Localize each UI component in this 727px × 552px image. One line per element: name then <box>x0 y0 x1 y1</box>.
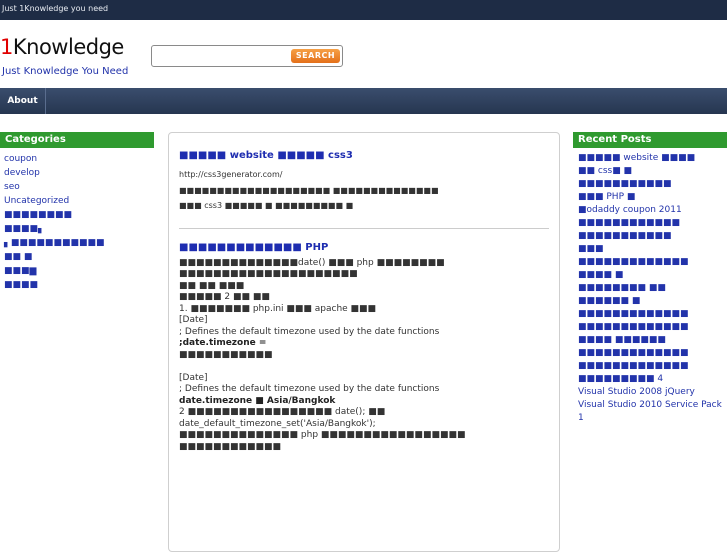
site-header: 1Knowledge Just Knowledge You Need SEARC… <box>0 20 727 88</box>
recent-post-link[interactable]: ■■■■ ■ <box>578 269 727 282</box>
site-logo[interactable]: 1Knowledge <box>0 35 124 59</box>
post-text: ■■■■■■■■■■■■■■date() ■■■ php ■■■■■■■■ <box>179 257 445 268</box>
post-text: ■■■■■■■■■■■■■■ php ■■■■■■■■■■■■■■■■■ <box>179 430 466 440</box>
category-link[interactable]: coupon <box>4 152 154 166</box>
recent-posts-heading: Recent Posts <box>573 132 727 148</box>
post-text: date_default_timezone_set('Asia/Bangkok'… <box>179 418 376 429</box>
recent-posts-list: ■■■■■ website ■■■■ ■■ css■ ■ ■■■■■■■■■■■… <box>573 148 727 425</box>
recent-post-link[interactable]: ■■■■■■■■■■■■■ <box>578 360 727 373</box>
recent-post-link[interactable]: ■■■■■■■■■■■■■ <box>578 308 727 321</box>
post-text: ■■■■■■■■■■■■■■■■■■■■ ■■■■■■■■■■■■■■ <box>179 185 439 195</box>
search-button[interactable]: SEARCH <box>291 49 340 63</box>
category-link[interactable]: ■■■■■■■■ <box>4 208 154 222</box>
post-text: ; Defines the default timezone used by t… <box>179 384 440 394</box>
category-list: coupon develop seo Uncategorized ■■■■■■■… <box>0 148 154 292</box>
site-tagline: Just 1Knowledge you need <box>2 4 109 13</box>
post-title[interactable]: ■■■■■■■■■■■■■ PHP <box>179 241 549 255</box>
category-link[interactable]: develop <box>4 166 154 180</box>
recent-post-link[interactable]: ■■■■■■■■■■■■■ <box>578 321 727 334</box>
recent-posts-sidebar: Recent Posts ■■■■■ website ■■■■ ■■ css■ … <box>573 132 727 425</box>
post-url: http://css3generator.com/ <box>179 170 283 179</box>
category-link[interactable]: ■■■■ <box>4 278 154 292</box>
post-text: ;date.timezone = <box>179 338 267 348</box>
post: ■■■■■ website ■■■■■ css3 http://css3gene… <box>179 149 549 212</box>
site-slogan: Just Knowledge You Need <box>2 66 129 77</box>
main-nav: About <box>0 88 727 114</box>
post-text: 2 ■■■■■■■■■■■■■■■■■ date(); ■■ <box>179 407 386 417</box>
recent-post-link[interactable]: ■odaddy coupon 2011 <box>578 204 727 217</box>
post-text: ; Defines the default timezone used by t… <box>179 326 440 337</box>
recent-post-link[interactable]: ■■■■■■■■■■■■■ <box>578 256 727 269</box>
category-link[interactable]: ■■ ■ <box>4 250 154 264</box>
nav-item-about[interactable]: About <box>0 88 46 114</box>
recent-post-link[interactable]: Visual Studio 2010 Service Pack 1 <box>578 399 727 425</box>
logo-word: Knowledge <box>12 35 124 59</box>
recent-post-link[interactable]: ■■■■■■■■ ■■ <box>578 282 727 295</box>
post-text: ■■■■■ 2 ■■ ■■ <box>179 292 270 302</box>
recent-post-link[interactable]: ■■■■■■■■■■■ <box>578 178 727 191</box>
top-bar: Just 1Knowledge you need <box>0 0 727 20</box>
post-divider <box>179 227 549 229</box>
category-link[interactable]: ■■■▆ <box>4 264 154 278</box>
recent-post-link[interactable]: ■■■■■■■■■■■■ <box>578 217 727 230</box>
recent-post-link[interactable]: ■■■■■■■■■■■■■ <box>578 347 727 360</box>
recent-post-link[interactable]: Visual Studio 2008 jQuery <box>578 386 727 399</box>
logo-number: 1 <box>0 35 13 59</box>
recent-post-link[interactable]: ■■ css■ ■ <box>578 165 727 178</box>
recent-post-link[interactable]: ■■■ PHP ■ <box>578 191 727 204</box>
post-text: ■■ ■■ ■■■ <box>179 280 245 291</box>
search-input[interactable] <box>155 48 285 64</box>
post-text: ■■■■■■■■■■■■ <box>179 441 282 452</box>
categories-sidebar: Categories coupon develop seo Uncategori… <box>0 132 154 292</box>
recent-post-link[interactable]: ■■■■ ■■■■■■ <box>578 334 727 347</box>
post-text: 1. ■■■■■■■ php.ini ■■■ apache ■■■ <box>179 303 377 314</box>
recent-post-link[interactable]: ■■■■■■■■■ 4 <box>578 373 727 386</box>
recent-post-link[interactable]: ■■■■■ website ■■■■ <box>578 152 727 165</box>
post-text: date.timezone ■ Asia/Bangkok <box>179 395 336 406</box>
recent-post-link[interactable]: ■■■■■■■■■■■ <box>578 230 727 243</box>
category-link[interactable]: ■■■■▖ <box>4 222 154 236</box>
category-link[interactable]: ▖■■■■■■■■■■■ <box>4 236 154 250</box>
post-title[interactable]: ■■■■■ website ■■■■■ css3 <box>179 149 549 163</box>
post: ■■■■■■■■■■■■■ PHP ■■■■■■■■■■■■■■date() ■… <box>179 241 549 454</box>
post-text: ■■■■■■■■■■■ <box>179 349 273 360</box>
post-text: ■■■ css3 ■■■■■ ■ ■■■■■■■■■ ■ <box>179 201 354 210</box>
post-text: [Date] <box>179 315 208 325</box>
category-link[interactable]: seo <box>4 180 154 194</box>
recent-post-link[interactable]: ■■■■■■ ■ <box>578 295 727 308</box>
post-text: [Date] <box>179 372 208 383</box>
main-content: ■■■■■ website ■■■■■ css3 http://css3gene… <box>168 132 560 552</box>
search-form: SEARCH <box>151 45 343 67</box>
categories-heading: Categories <box>0 132 154 148</box>
category-link[interactable]: Uncategorized <box>4 194 154 208</box>
recent-post-link[interactable]: ■■■ <box>578 243 727 256</box>
post-text: ■■■■■■■■■■■■■■■■■■■■■ <box>179 269 358 279</box>
